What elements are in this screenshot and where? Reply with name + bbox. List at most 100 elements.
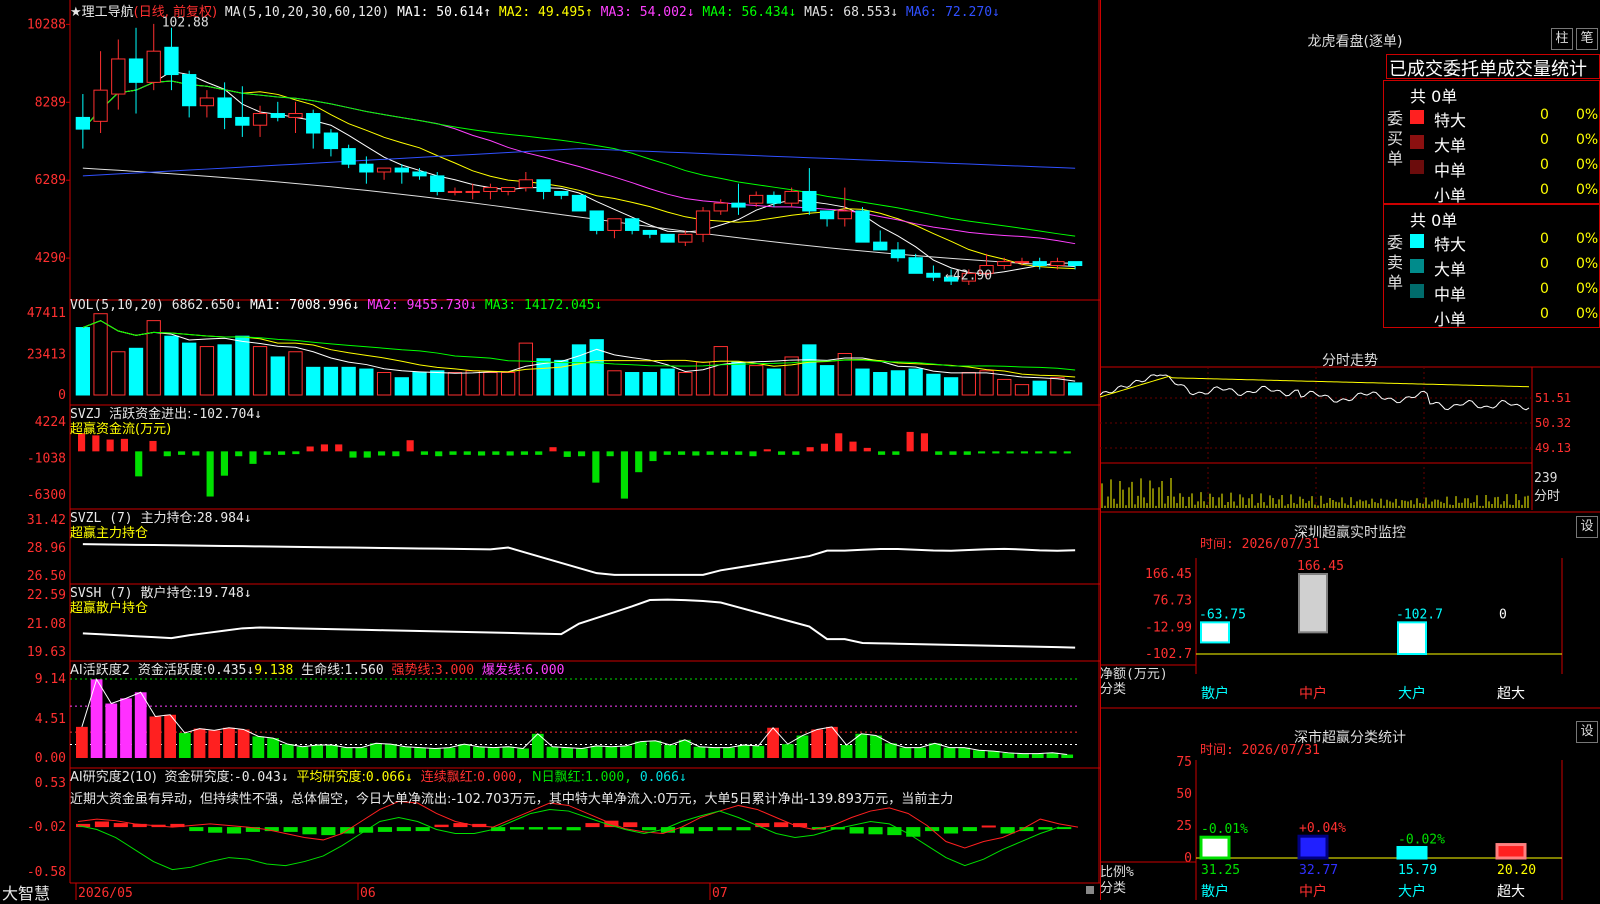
vol-bar[interactable] — [1032, 380, 1047, 396]
ai-active-bar[interactable] — [193, 728, 206, 758]
ai-active-bar[interactable] — [943, 747, 956, 758]
candle[interactable] — [500, 187, 516, 192]
candle[interactable] — [394, 167, 409, 173]
ai-active-bar[interactable] — [149, 716, 162, 759]
ai-active-bar[interactable] — [164, 714, 176, 758]
candle[interactable] — [837, 210, 852, 220]
svzj-bar[interactable] — [963, 451, 971, 455]
candle[interactable] — [855, 210, 870, 243]
candle[interactable] — [749, 194, 764, 204]
candle[interactable] — [341, 148, 356, 165]
candle[interactable] — [997, 261, 1012, 267]
ai-active-bar[interactable] — [958, 747, 971, 758]
svzj-bar[interactable] — [606, 451, 614, 457]
ai-research-bar[interactable] — [717, 827, 732, 831]
ai-active-bar[interactable] — [399, 746, 412, 758]
candle[interactable] — [128, 58, 144, 83]
svzj-bar[interactable] — [406, 440, 414, 452]
ai-active-bar[interactable] — [223, 727, 235, 758]
ai-research-bar[interactable] — [679, 827, 694, 834]
ai-active-bar[interactable] — [296, 746, 309, 758]
sz-monitor-bar[interactable] — [1397, 621, 1427, 655]
tick-view-button[interactable]: 笔 — [1576, 28, 1598, 50]
candle[interactable] — [252, 113, 268, 126]
ai-active-bar[interactable] — [1002, 752, 1015, 758]
ai-research-bar[interactable] — [1038, 827, 1053, 830]
candle[interactable] — [926, 272, 941, 278]
svzj-bar[interactable] — [192, 451, 200, 456]
svzj-bar[interactable] — [206, 451, 214, 497]
sz-class-bar[interactable] — [1297, 834, 1329, 860]
svzj-bar[interactable] — [520, 451, 528, 455]
ai-research-bar[interactable] — [94, 821, 110, 828]
svzj-bar[interactable] — [349, 451, 357, 458]
svzj-bar[interactable] — [1063, 451, 1071, 454]
ai-research-bar[interactable] — [415, 827, 430, 832]
svzj-bar[interactable] — [620, 451, 628, 499]
svzj-bar[interactable] — [820, 443, 828, 452]
ai-active-bar[interactable] — [987, 751, 1000, 758]
vol-bar[interactable] — [394, 377, 409, 396]
svzj-bar[interactable] — [178, 451, 186, 455]
ai-research-bar[interactable] — [925, 827, 940, 832]
svzj-bar[interactable] — [492, 451, 500, 455]
ai-active-bar[interactable] — [634, 741, 647, 758]
ai-active-bar[interactable] — [752, 745, 765, 758]
ai-research-bar[interactable] — [547, 827, 562, 830]
svzj-bar[interactable] — [106, 439, 114, 452]
ai-active-bar[interactable] — [517, 748, 529, 758]
svzj-bar[interactable] — [220, 451, 228, 476]
svzj-bar[interactable] — [1035, 451, 1043, 454]
brand-label[interactable]: 大智慧 — [2, 880, 50, 904]
candle[interactable] — [589, 210, 604, 231]
svzj-bar[interactable] — [778, 451, 786, 455]
vol-bar[interactable] — [146, 320, 161, 396]
svzj-bar[interactable] — [378, 451, 386, 456]
candle[interactable] — [447, 190, 463, 193]
ai-research-bar[interactable] — [623, 822, 638, 828]
candle[interactable] — [642, 229, 658, 235]
ai-active-bar[interactable] — [370, 743, 382, 758]
svzj-bar[interactable] — [792, 451, 800, 455]
svzj-bar[interactable] — [678, 451, 686, 455]
sz-class-bar[interactable] — [1495, 843, 1527, 860]
lock-icon[interactable] — [1086, 886, 1094, 894]
vol-bar[interactable] — [731, 361, 746, 396]
ai-active-bar[interactable] — [840, 745, 853, 758]
ai-research-bar[interactable] — [943, 827, 959, 834]
candle[interactable] — [306, 113, 321, 134]
candle[interactable] — [518, 179, 533, 189]
ai-active-bar[interactable] — [311, 745, 324, 758]
vol-bar[interactable] — [430, 370, 445, 396]
vol-bar[interactable] — [235, 335, 250, 396]
ai-active-bar[interactable] — [723, 747, 735, 758]
ai-research-bar[interactable] — [321, 827, 336, 836]
vol-bar[interactable] — [447, 372, 463, 396]
ai-active-bar[interactable] — [649, 740, 662, 758]
ai-active-bar[interactable] — [237, 729, 250, 758]
candle[interactable] — [625, 218, 640, 231]
candle[interactable] — [660, 233, 675, 243]
svzj-bar[interactable] — [92, 435, 100, 452]
candle[interactable] — [873, 241, 888, 251]
sz-class-settings-button[interactable]: 设 — [1576, 721, 1598, 743]
ai-active-bar[interactable] — [487, 747, 500, 758]
candle[interactable] — [819, 210, 835, 220]
vol-bar[interactable] — [607, 370, 622, 396]
vol-bar[interactable] — [465, 370, 480, 396]
candle[interactable] — [802, 190, 817, 212]
ai-active-bar[interactable] — [120, 698, 132, 758]
vol-bar[interactable] — [678, 372, 693, 396]
vol-bar[interactable] — [979, 370, 994, 396]
ai-research-bar[interactable] — [981, 825, 996, 828]
ai-active-bar[interactable] — [781, 744, 794, 758]
svzj-bar[interactable] — [392, 451, 400, 457]
svzj-bar[interactable] — [835, 433, 843, 452]
sz-monitor-bar[interactable] — [1298, 573, 1328, 634]
svzj-bar[interactable] — [449, 451, 457, 455]
candle[interactable] — [731, 202, 746, 208]
svzj-bar[interactable] — [863, 447, 871, 452]
ai-active-bar[interactable] — [737, 745, 750, 758]
ai-active-bar[interactable] — [899, 747, 912, 758]
vol-bar[interactable] — [713, 346, 728, 396]
